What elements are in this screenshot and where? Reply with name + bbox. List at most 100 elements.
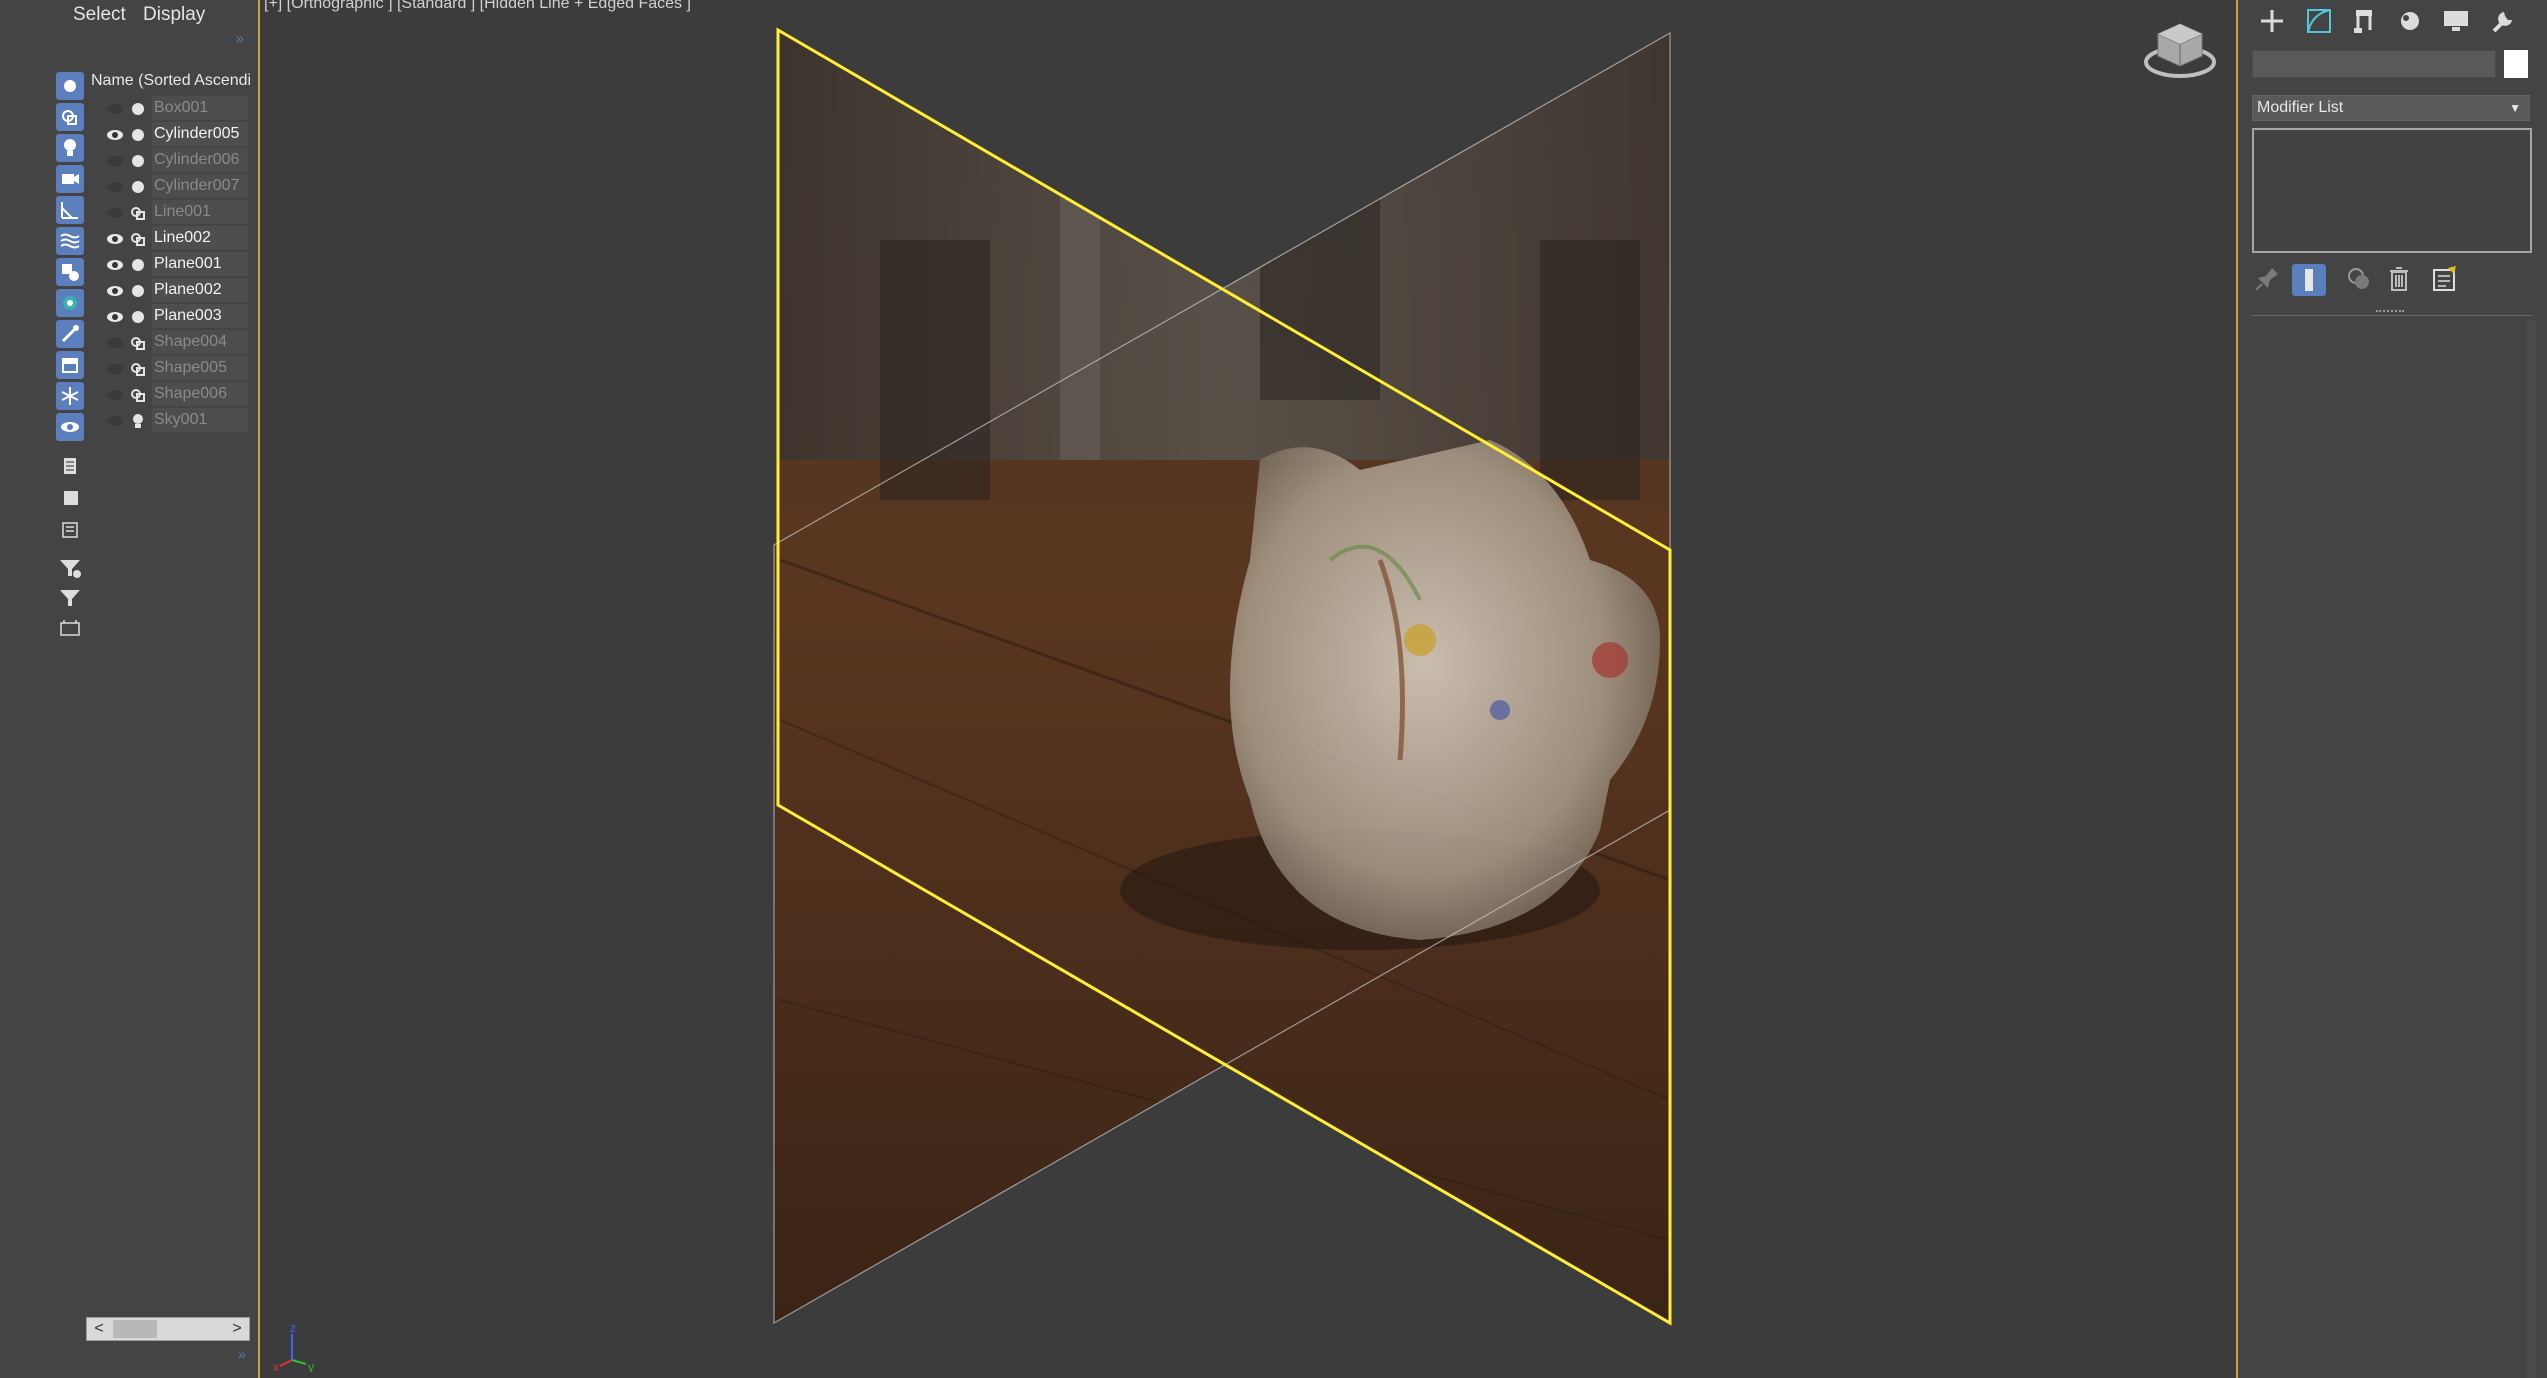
shape-object-icon [130, 361, 146, 377]
geometry-object-icon [130, 179, 146, 195]
hidden-eye-icon[interactable] [106, 102, 124, 116]
hierarchy-tab-icon[interactable] [2346, 4, 2382, 38]
object-color-swatch[interactable] [2504, 50, 2528, 78]
modifier-list-label: Modifier List [2257, 99, 2344, 116]
scene-row[interactable]: Shape004 [94, 330, 252, 356]
scene-row[interactable]: Box001 [94, 96, 252, 122]
create-tab-icon[interactable] [2254, 4, 2290, 38]
filter-shapes-icon[interactable] [56, 103, 84, 131]
scene-object-name[interactable]: Cylinder006 [152, 148, 248, 172]
scroll-thumb[interactable] [113, 1320, 157, 1338]
select-invert-icon[interactable] [56, 516, 84, 544]
filter-frozen-icon[interactable] [56, 382, 84, 410]
scene-object-name[interactable]: Box001 [152, 96, 248, 120]
geometry-object-icon [130, 153, 146, 169]
scroll-right-arrow-icon[interactable]: > [227, 1318, 247, 1340]
scene-row[interactable]: Line001 [94, 200, 252, 226]
menu-select[interactable]: Select [73, 4, 126, 26]
make-unique-icon[interactable] [2342, 262, 2376, 296]
configure-modifier-sets-icon[interactable] [2428, 262, 2462, 296]
explorer-horizontal-scrollbar[interactable]: < > [86, 1317, 250, 1341]
scene-object-name[interactable]: Plane002 [152, 278, 248, 302]
scene-object-name[interactable]: Cylinder007 [152, 174, 248, 198]
collapse-explorer-icon[interactable]: » [236, 30, 244, 46]
scene-object-name[interactable]: Shape005 [152, 356, 248, 380]
dropdown-arrow-icon: ▼ [2509, 101, 2521, 115]
scene-row[interactable]: Plane003 [94, 304, 252, 330]
menu-display[interactable]: Display [143, 4, 205, 26]
filter-helpers-icon[interactable] [56, 196, 84, 224]
hidden-eye-icon[interactable] [106, 414, 124, 428]
scene-object-name[interactable]: Shape006 [152, 382, 248, 406]
select-none-icon[interactable] [56, 484, 84, 512]
stack-divider [2252, 315, 2532, 316]
filter-cameras-icon[interactable] [56, 165, 84, 193]
hidden-eye-icon[interactable] [106, 336, 124, 350]
scene-row[interactable]: Plane002 [94, 278, 252, 304]
scene-object-name[interactable]: Sky001 [152, 408, 248, 432]
visibility-eye-icon[interactable] [106, 128, 124, 142]
modifier-list-dropdown[interactable]: Modifier List ▼ [2252, 95, 2530, 121]
scene-row[interactable]: Shape006 [94, 382, 252, 408]
layer-explorer-icon[interactable] [56, 614, 84, 642]
scene-object-name[interactable]: Plane001 [152, 252, 248, 276]
geometry-object-icon [130, 101, 146, 117]
select-all-icon[interactable] [56, 452, 84, 480]
scene-row[interactable]: Sky001 [94, 408, 252, 434]
hidden-eye-icon[interactable] [106, 362, 124, 376]
modifier-stack[interactable] [2252, 128, 2532, 253]
hidden-eye-icon[interactable] [106, 180, 124, 194]
shape-object-icon [130, 387, 146, 403]
scene-object-name[interactable]: Shape004 [152, 330, 248, 354]
filter-geometry-icon[interactable] [56, 72, 84, 100]
remove-modifier-icon[interactable] [2382, 262, 2416, 296]
filter-groups-icon[interactable] [56, 258, 84, 286]
pin-stack-icon[interactable] [2250, 262, 2284, 296]
visibility-eye-icon[interactable] [106, 232, 124, 246]
filter-lights-icon[interactable] [56, 134, 84, 162]
hidden-eye-icon[interactable] [106, 154, 124, 168]
explorer-menu-bar: Select Display [0, 0, 258, 32]
show-end-result-icon [2305, 269, 2313, 291]
scene-row[interactable]: Plane001 [94, 252, 252, 278]
scene-row[interactable]: Shape005 [94, 356, 252, 382]
command-panel-scrollbar[interactable] [2526, 320, 2536, 1378]
object-name-input[interactable] [2252, 50, 2496, 78]
axis-x-label: x [273, 1360, 279, 1372]
textured-plane-group[interactable] [770, 20, 1750, 1330]
scene-object-name[interactable]: Cylinder005 [152, 122, 248, 146]
viewcube-icon[interactable] [2140, 14, 2220, 84]
modify-tab-icon[interactable] [2300, 4, 2336, 38]
filter-xrefs-icon[interactable] [56, 289, 84, 317]
name-column-header[interactable]: Name (Sorted Ascendi [91, 72, 251, 94]
scene-row[interactable]: Cylinder006 [94, 148, 252, 174]
hidden-eye-icon[interactable] [106, 388, 124, 402]
filter-spacewarps-icon[interactable] [56, 227, 84, 255]
viewport-scene[interactable] [260, 0, 2236, 1378]
expand-explorer-icon[interactable]: » [238, 1346, 246, 1362]
scene-row[interactable]: Cylinder005 [94, 122, 252, 148]
axis-z-label: z [290, 1321, 296, 1335]
scene-row[interactable]: Line002 [94, 226, 252, 252]
filter-hidden-icon[interactable] [56, 413, 84, 441]
filter-toggle-icon[interactable] [56, 554, 84, 582]
visibility-eye-icon[interactable] [106, 258, 124, 272]
utilities-tab-icon[interactable] [2484, 4, 2520, 38]
scroll-left-arrow-icon[interactable]: < [89, 1318, 109, 1340]
geometry-object-icon [130, 127, 146, 143]
perspective-viewport[interactable]: [+] [Orthographic ] [Standard ] [Hidden … [258, 0, 2238, 1378]
filter-funnel-icon[interactable] [56, 584, 84, 612]
scene-object-name[interactable]: Plane003 [152, 304, 248, 328]
scene-object-name[interactable]: Line002 [152, 226, 248, 250]
scene-row[interactable]: Cylinder007 [94, 174, 252, 200]
filter-containers-icon[interactable] [56, 351, 84, 379]
visibility-eye-icon[interactable] [106, 310, 124, 324]
scene-object-name[interactable]: Line001 [152, 200, 248, 224]
display-tab-icon[interactable] [2438, 4, 2474, 38]
hidden-eye-icon[interactable] [106, 206, 124, 220]
show-end-result-toggle[interactable] [2292, 264, 2326, 296]
visibility-eye-icon[interactable] [106, 284, 124, 298]
motion-tab-icon[interactable] [2392, 4, 2428, 38]
scene-explorer: Select Display » Name (Sorted Ascendi Bo… [0, 0, 258, 1378]
filter-bones-icon[interactable] [56, 320, 84, 348]
